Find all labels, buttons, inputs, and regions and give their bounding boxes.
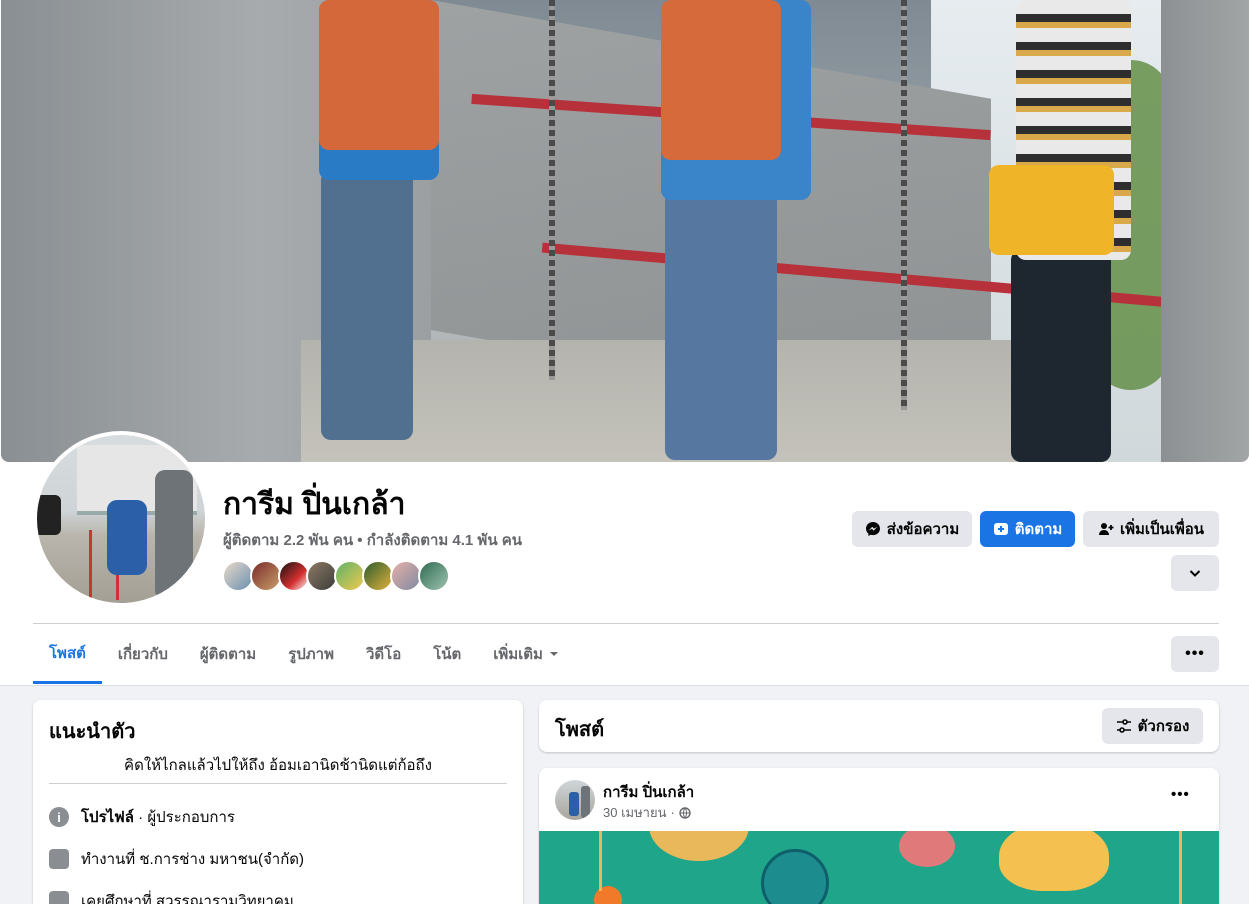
follow-button[interactable]: ติดตาม <box>980 511 1075 547</box>
profile-tabs: โพสต์ เกี่ยวกับ ผู้ติดตาม รูปภาพ วิดีโอ … <box>33 624 575 684</box>
globe-icon[interactable] <box>679 806 691 819</box>
profile-name: การีม ปิ่นเกล้า <box>223 488 406 521</box>
post-image[interactable] <box>539 831 1219 904</box>
post-image-ornament <box>761 849 829 904</box>
profile-avatar-photo <box>37 435 205 603</box>
follower-avatar[interactable] <box>418 560 450 592</box>
post-avatar-figure <box>581 786 590 818</box>
posts-header-card: โพสต์ ตัวกรอง <box>539 700 1219 752</box>
post-meta-separator: · <box>670 805 675 820</box>
intro-title: แนะนำตัว <box>49 721 136 743</box>
briefcase-icon <box>49 849 69 869</box>
intro-profile-type: i โปรไฟล์ · ผู้ประกอบการ <box>49 805 235 829</box>
tab-notes[interactable]: โน้ต <box>417 624 477 684</box>
post-meta: 30 เมษายน · <box>603 802 691 823</box>
post-image-ornament <box>649 831 749 861</box>
tab-notes-label: โน้ต <box>433 646 462 663</box>
tab-about[interactable]: เกี่ยวกับ <box>102 624 184 684</box>
tabs-more-options-button[interactable]: ••• <box>1171 636 1219 672</box>
filter-button-label: ตัวกรอง <box>1137 718 1190 735</box>
tab-more-label: เพิ่มเติม <box>493 646 543 663</box>
tab-videos[interactable]: วิดีโอ <box>350 624 417 684</box>
intro-work-text[interactable]: ทำงานที่ ช.การช่าง มหาชน(จำกัด) <box>81 847 304 871</box>
intro-education: เคยศึกษาที่ สุวรรณารามวิทยาคม <box>49 889 294 904</box>
profile-avatar[interactable] <box>33 431 209 607</box>
follower-avatars <box>222 560 450 592</box>
expand-button[interactable] <box>1171 555 1219 591</box>
tab-more[interactable]: เพิ่มเติม <box>477 624 575 684</box>
follow-button-label: ติดตาม <box>1014 521 1063 538</box>
cover-worker-3 <box>1011 250 1111 462</box>
add-friend-button-label: เพิ่มเป็นเพื่อน <box>1119 521 1205 538</box>
tab-photos[interactable]: รูปภาพ <box>272 624 350 684</box>
tab-posts[interactable]: โพสต์ <box>33 624 102 684</box>
add-friend-button[interactable]: เพิ่มเป็นเพื่อน <box>1083 511 1219 547</box>
post-image-ornament <box>999 831 1109 891</box>
intro-education-text[interactable]: เคยศึกษาที่ สุวรรณารามวิทยาคม <box>81 889 294 904</box>
post-image-ornament <box>899 831 955 867</box>
avatar-person-2 <box>155 470 193 600</box>
add-friend-icon <box>1098 523 1114 535</box>
post-options-button[interactable]: ••• <box>1171 786 1190 804</box>
avatar-person-1 <box>107 500 147 575</box>
post-image-string <box>599 831 602 891</box>
message-button[interactable]: ส่งข้อความ <box>852 511 972 547</box>
tab-photos-label: รูปภาพ <box>288 646 334 663</box>
more-options-icon: ••• <box>1171 786 1190 803</box>
post-card: การีม ปิ่นเกล้า 30 เมษายน · ••• <box>539 768 1219 904</box>
intro-work: ทำงานที่ ช.การช่าง มหาชน(จำกัด) <box>49 847 304 871</box>
post-author-avatar[interactable] <box>555 780 595 820</box>
post-author-name[interactable]: การีม ปิ่นเกล้า <box>603 780 694 804</box>
filter-button[interactable]: ตัวกรอง <box>1102 708 1203 744</box>
cover-chain <box>549 0 555 380</box>
post-date[interactable]: 30 เมษายน <box>603 802 666 823</box>
filter-icon <box>1116 719 1131 733</box>
message-button-label: ส่งข้อความ <box>886 521 960 538</box>
cover-worker-1-vest <box>319 0 439 150</box>
more-options-icon: ••• <box>1185 645 1205 662</box>
tab-about-label: เกี่ยวกับ <box>117 646 168 663</box>
intro-profile-category: · ผู้ประกอบการ <box>134 809 235 826</box>
follow-stats[interactable]: ผู้ติดตาม 2.2 พัน คน • กำลังติดตาม 4.1 พ… <box>223 528 522 552</box>
tab-followers-label: ผู้ติดตาม <box>199 646 257 663</box>
post-image-string <box>1179 831 1182 904</box>
follow-icon <box>993 523 1008 535</box>
intro-card: แนะนำตัว คิดให้ไกลแล้วไปให้ถึง อ้อมเอานิ… <box>33 700 523 904</box>
cover-worker-2 <box>665 190 777 460</box>
intro-bio: คิดให้ไกลแล้วไปให้ถึง อ้อมเอานิดช้านิดแต… <box>124 757 432 774</box>
info-icon: i <box>49 807 69 827</box>
chevron-down-icon <box>1189 570 1201 577</box>
intro-divider <box>49 783 507 784</box>
cover-helmet <box>989 165 1114 255</box>
cover-photo[interactable] <box>1 0 1249 462</box>
cover-chain <box>901 0 907 410</box>
post-avatar-figure <box>569 792 579 816</box>
messenger-icon <box>865 522 880 536</box>
graduation-cap-icon <box>49 891 69 904</box>
caret-down-icon <box>549 652 558 656</box>
intro-profile-label: โปรไฟล์ <box>81 809 134 826</box>
posts-title: โพสต์ <box>555 719 605 741</box>
cover-pillar <box>1161 0 1249 462</box>
tab-followers[interactable]: ผู้ติดตาม <box>184 624 272 684</box>
tab-videos-label: วิดีโอ <box>365 646 402 663</box>
avatar-car <box>37 495 61 535</box>
cover-worker-2-vest <box>661 0 781 160</box>
tab-posts-label: โพสต์ <box>49 644 86 662</box>
cover-worker-1 <box>321 170 413 440</box>
